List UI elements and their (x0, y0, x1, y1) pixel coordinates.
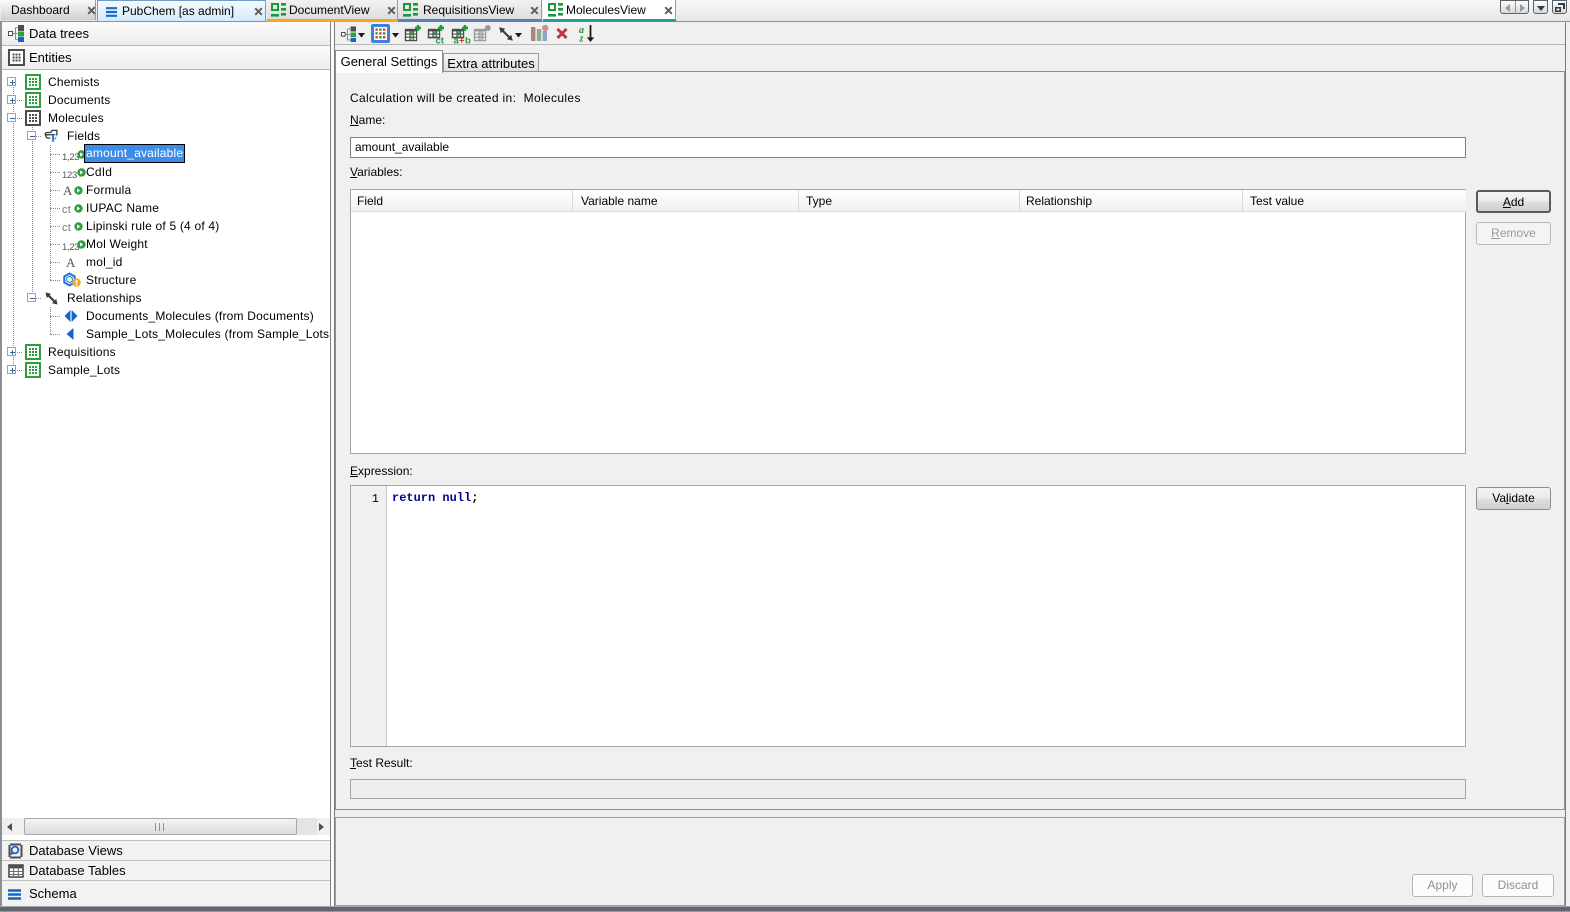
svg-text:b: b (465, 36, 471, 44)
svg-text:ct: ct (436, 36, 445, 44)
svg-text:z: z (579, 34, 584, 43)
svg-text:F: F (51, 134, 58, 144)
